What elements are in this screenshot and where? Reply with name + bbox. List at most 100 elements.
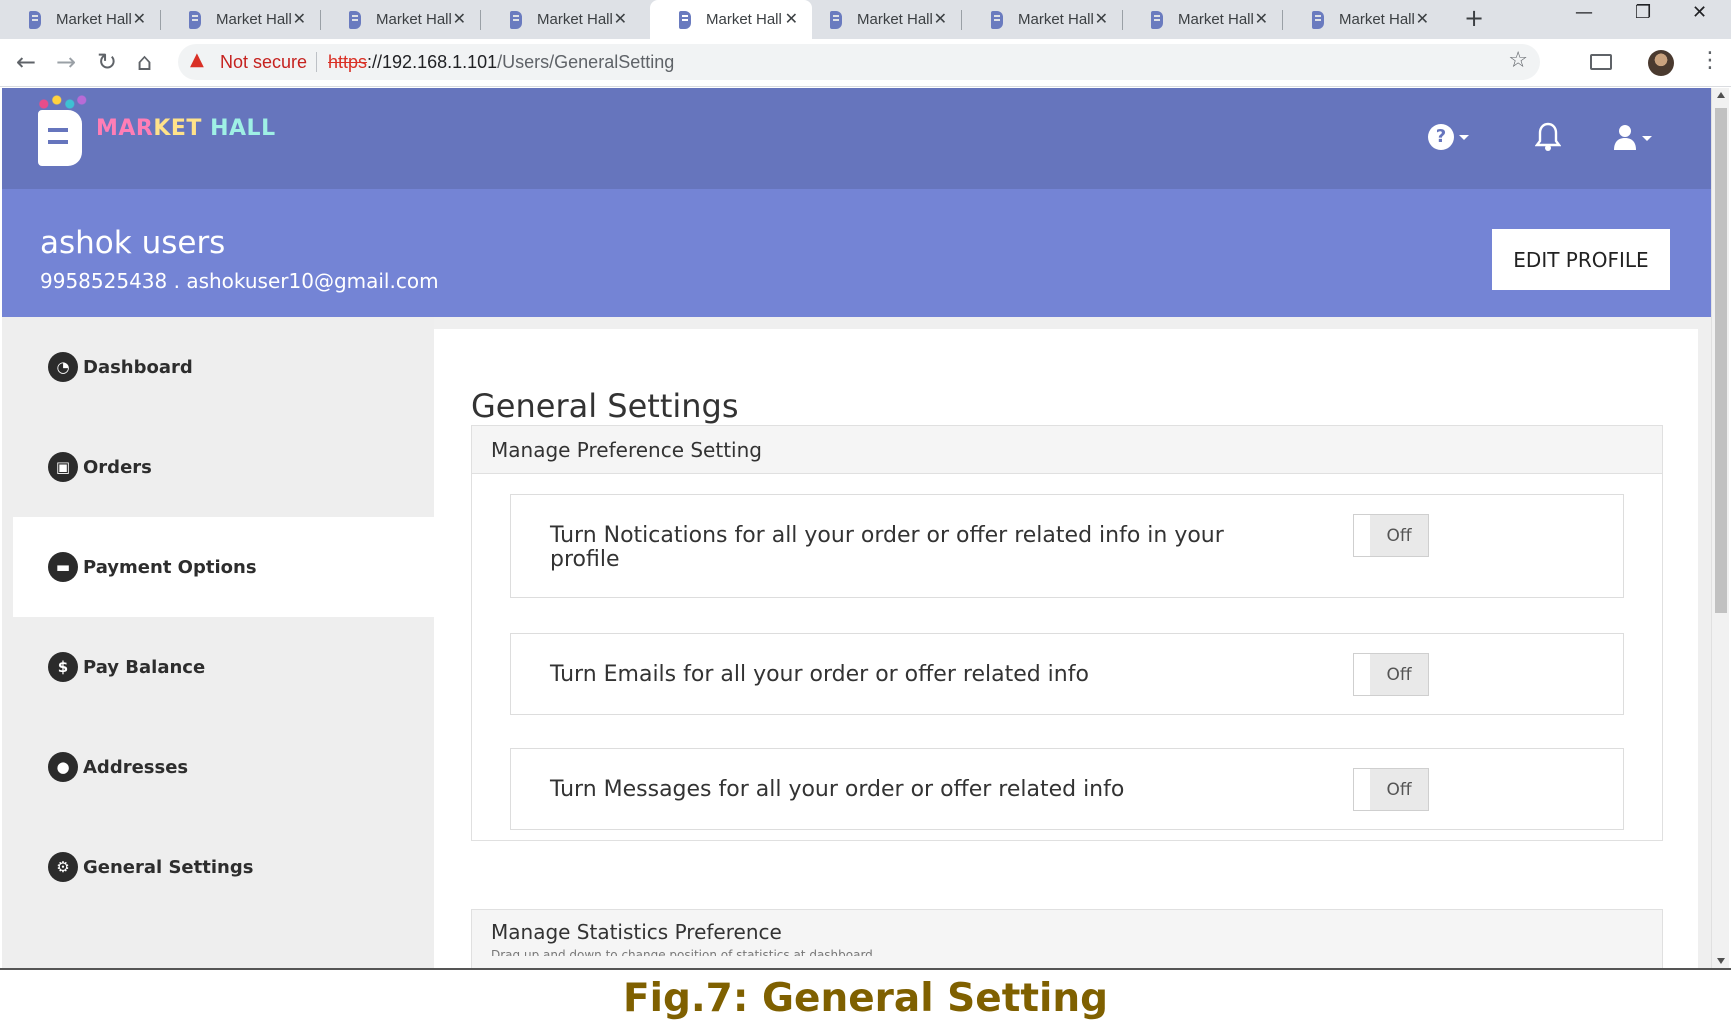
menu-icon[interactable]: ⋮ bbox=[1699, 48, 1721, 73]
tab-title: Market Hall bbox=[1178, 11, 1254, 28]
tab-close-icon[interactable]: ✕ bbox=[293, 9, 306, 29]
logo-text[interactable]: MARKET HALL bbox=[96, 116, 276, 141]
omnibox-separator bbox=[316, 52, 317, 72]
sidebar-item-label: Pay Balance bbox=[83, 656, 206, 678]
toggle-state: Off bbox=[1386, 779, 1412, 800]
browser-tab[interactable]: Market Hall ✕ bbox=[1122, 0, 1282, 39]
home-icon[interactable]: ⌂ bbox=[137, 48, 152, 76]
tab-title: Market Hall bbox=[1339, 11, 1415, 28]
profile-header: ashok users 9958525438 . ashokuser10@gma… bbox=[2, 189, 1711, 317]
sidebar-item-label: Payment Options bbox=[83, 556, 257, 578]
credit-card-icon: ▬ bbox=[48, 552, 78, 582]
browser-tab[interactable]: Market Hall ✕ bbox=[320, 0, 480, 39]
market-hall-favicon-icon bbox=[186, 9, 204, 31]
url-scheme: https bbox=[328, 52, 368, 72]
new-tab-button[interactable]: + bbox=[1464, 4, 1484, 32]
scroll-down-icon[interactable] bbox=[1717, 958, 1725, 964]
dashboard-icon: ◔ bbox=[48, 352, 78, 382]
logo-text-part: MAR bbox=[96, 116, 154, 141]
tab-title: Market Hall bbox=[376, 11, 452, 28]
back-icon[interactable]: ← bbox=[16, 48, 36, 76]
preference-text: Turn Messages for all your order or offe… bbox=[550, 777, 1125, 802]
site-navbar: MARKET HALL ? bbox=[2, 88, 1711, 189]
market-hall-logo[interactable] bbox=[34, 92, 94, 170]
page-scrollbar[interactable] bbox=[1711, 88, 1729, 968]
market-hall-favicon-icon bbox=[827, 9, 845, 31]
preference-panel: Manage Preference Setting Turn Noticatio… bbox=[471, 425, 1663, 841]
emails-toggle[interactable]: Off bbox=[1353, 653, 1429, 696]
profile-avatar[interactable] bbox=[1648, 50, 1674, 76]
statistics-panel: Manage Statistics Preference Drag up and… bbox=[471, 909, 1663, 968]
security-status[interactable]: Not secure bbox=[220, 52, 307, 73]
browser-tab[interactable]: Market Hall ✕ bbox=[481, 0, 641, 39]
sidebar-item-label: Dashboard bbox=[83, 356, 193, 378]
sidebar-item-orders[interactable]: ▣ Orders bbox=[13, 417, 434, 517]
sidebar-item-pay-balance[interactable]: $ Pay Balance bbox=[13, 617, 434, 717]
cast-icon[interactable] bbox=[1590, 54, 1612, 70]
logo-text-part: HALL bbox=[210, 116, 276, 141]
minimize-icon[interactable]: — bbox=[1575, 2, 1593, 23]
scroll-up-icon[interactable] bbox=[1717, 92, 1725, 98]
star-icon[interactable]: ☆ bbox=[1508, 48, 1528, 73]
browser-tab[interactable]: Market Hall ✕ bbox=[160, 0, 320, 39]
notifications-toggle[interactable]: Off bbox=[1353, 514, 1429, 557]
sidebar-item-label: Addresses bbox=[83, 756, 189, 778]
market-hall-favicon-icon bbox=[507, 9, 525, 31]
warning-icon[interactable]: ▲ bbox=[190, 49, 204, 70]
close-window-icon[interactable]: ✕ bbox=[1692, 2, 1707, 23]
browser-tab[interactable]: Market Hall ✕ bbox=[1283, 0, 1443, 39]
market-hall-favicon-icon bbox=[1309, 9, 1327, 31]
logo-flowers bbox=[36, 92, 88, 112]
tab-close-icon[interactable]: ✕ bbox=[614, 9, 627, 29]
logo-mark bbox=[38, 110, 82, 166]
messages-preference-row: Turn Messages for all your order or offe… bbox=[510, 748, 1624, 830]
tab-close-icon[interactable]: ✕ bbox=[1416, 9, 1429, 29]
help-icon[interactable]: ? bbox=[1428, 124, 1454, 150]
map-pin-icon: ● bbox=[48, 752, 78, 782]
tab-title: Market Hall bbox=[56, 11, 132, 28]
url-text[interactable]: https://192.168.1.101/Users/GeneralSetti… bbox=[328, 52, 674, 73]
profile-contact: 9958525438 . ashokuser10@gmail.com bbox=[40, 269, 439, 293]
bell-icon[interactable] bbox=[1535, 122, 1561, 152]
tab-close-icon[interactable]: ✕ bbox=[1255, 9, 1268, 29]
browser-tab[interactable]: Market Hall ✕ bbox=[801, 0, 961, 39]
reload-icon[interactable]: ↻ bbox=[97, 48, 117, 76]
sidebar-item-payment-options[interactable]: ▬ Payment Options bbox=[13, 517, 434, 617]
tab-close-icon[interactable]: ✕ bbox=[453, 9, 466, 29]
tab-close-icon[interactable]: ✕ bbox=[1095, 9, 1108, 29]
tab-active[interactable]: Market Hall ✕ bbox=[650, 0, 812, 39]
restore-icon[interactable]: ❐ bbox=[1635, 2, 1651, 23]
profile-name: ashok users bbox=[40, 225, 226, 261]
sidebar-item-dashboard[interactable]: ◔ Dashboard bbox=[13, 317, 434, 417]
browser-tab[interactable]: Market Hall ✕ bbox=[962, 0, 1122, 39]
tab-title: Market Hall bbox=[706, 11, 782, 28]
sidebar-item-label: Orders bbox=[83, 456, 152, 478]
tab-close-icon[interactable]: ✕ bbox=[133, 9, 146, 29]
user-caret-icon bbox=[1642, 136, 1652, 141]
settings-content: General Settings Manage Preference Setti… bbox=[434, 329, 1698, 968]
sidebar-item-addresses[interactable]: ● Addresses bbox=[13, 717, 434, 817]
tab-title: Market Hall bbox=[216, 11, 292, 28]
market-hall-favicon-icon bbox=[346, 9, 364, 31]
tab-close-icon[interactable]: ✕ bbox=[785, 9, 798, 29]
sidebar-item-label: General Settings bbox=[83, 856, 254, 878]
messages-toggle[interactable]: Off bbox=[1353, 768, 1429, 811]
market-hall-favicon-icon bbox=[988, 9, 1006, 31]
user-icon[interactable] bbox=[1614, 122, 1640, 152]
logo-text-part: KET bbox=[153, 116, 211, 141]
dollar-icon: $ bbox=[48, 652, 78, 682]
gear-icon: ⚙ bbox=[48, 852, 78, 882]
preference-text: Turn Emails for all your order or offer … bbox=[550, 662, 1089, 687]
url-path: /Users/GeneralSetting bbox=[497, 52, 675, 72]
scrollbar-thumb[interactable] bbox=[1715, 108, 1727, 613]
tab-close-icon[interactable]: ✕ bbox=[934, 9, 947, 29]
browser-tab[interactable]: Market Hall ✕ bbox=[0, 0, 160, 39]
toggle-state: Off bbox=[1386, 664, 1412, 685]
address-bar[interactable]: ▲ Not secure https://192.168.1.101/Users… bbox=[178, 44, 1540, 80]
forward-icon[interactable]: → bbox=[56, 48, 76, 76]
edit-profile-button[interactable]: EDIT PROFILE bbox=[1492, 229, 1670, 290]
statistics-panel-subtext: Drag up and down to change position of s… bbox=[491, 948, 873, 956]
sidebar-item-general-settings[interactable]: ⚙ General Settings bbox=[13, 817, 434, 917]
shopping-bag-icon: ▣ bbox=[48, 452, 78, 482]
market-hall-favicon-icon bbox=[1148, 9, 1166, 31]
